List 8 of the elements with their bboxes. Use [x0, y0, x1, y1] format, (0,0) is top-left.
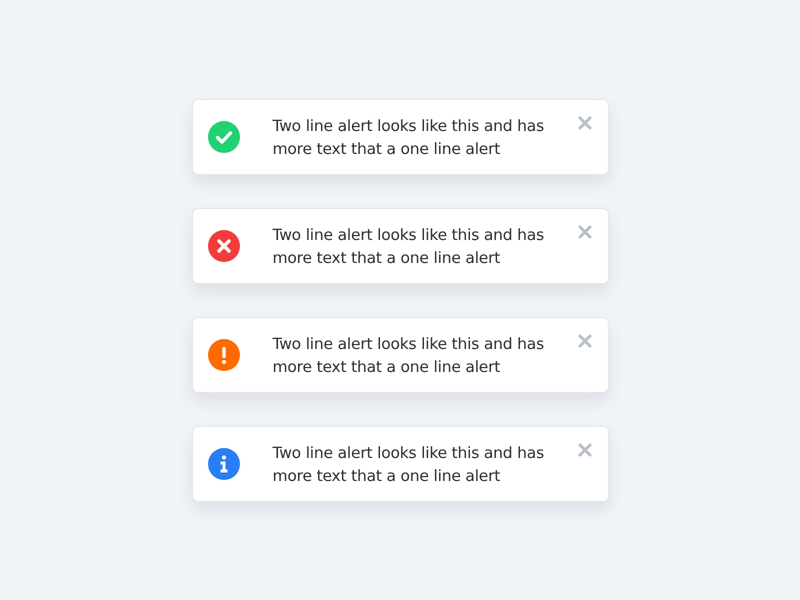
alert-message: Two line alert looks like this and has more text that a one line alert — [272, 334, 545, 378]
alert-message: Two line alert looks like this and has more text that a one line alert — [272, 116, 545, 160]
close-icon[interactable] — [578, 334, 592, 348]
alert-message: Two line alert looks like this and has more text that a one line alert — [272, 442, 545, 486]
close-icon[interactable] — [578, 116, 592, 130]
close-icon[interactable] — [578, 442, 592, 456]
close-icon[interactable] — [578, 224, 592, 238]
alert-message: Two line alert looks like this and has more text that a one line alert — [272, 224, 545, 268]
